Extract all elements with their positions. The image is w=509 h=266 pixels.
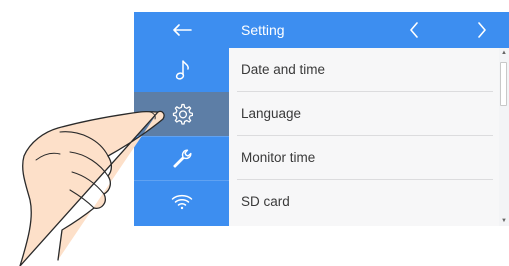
scroll-up-arrow-icon[interactable]: ▲ — [501, 50, 507, 56]
list-item-date-and-time[interactable]: Date and time — [229, 48, 499, 92]
chevron-left-icon — [410, 22, 418, 38]
scroll-down-arrow-icon[interactable]: ▼ — [501, 218, 507, 224]
list-item-label: SD card — [241, 194, 290, 209]
list-item-label: Language — [241, 106, 302, 121]
scrollbar[interactable]: ▲ ▼ — [499, 48, 509, 226]
page-title: Setting — [241, 22, 285, 38]
scroll-thumb[interactable] — [500, 62, 507, 106]
gear-icon — [172, 103, 193, 125]
music-note-icon — [175, 60, 189, 80]
chevron-right-icon — [478, 22, 486, 38]
prev-page-button[interactable] — [394, 12, 434, 48]
list-item-label: Date and time — [241, 62, 326, 77]
sidebar-item-sound[interactable] — [134, 48, 229, 92]
arrow-left-icon — [172, 24, 192, 36]
sidebar-item-network[interactable] — [134, 180, 229, 224]
settings-screen: Setting Date and time Language Monitor t… — [134, 12, 509, 226]
list-item-sd-card[interactable]: SD card — [229, 180, 499, 224]
wrench-icon — [172, 149, 191, 168]
list-item-monitor-time[interactable]: Monitor time — [229, 136, 499, 180]
list-item-label: Monitor time — [241, 150, 316, 165]
sidebar-item-tools[interactable] — [134, 136, 229, 180]
top-bar: Setting — [134, 12, 509, 48]
list-item-language[interactable]: Language — [229, 92, 499, 136]
next-page-button[interactable] — [462, 12, 502, 48]
wifi-icon — [171, 194, 192, 210]
back-button[interactable] — [134, 12, 229, 48]
sidebar — [134, 48, 229, 226]
settings-list: Date and time Language Monitor time SD c… — [229, 48, 499, 226]
sidebar-item-general-settings[interactable] — [134, 92, 229, 136]
